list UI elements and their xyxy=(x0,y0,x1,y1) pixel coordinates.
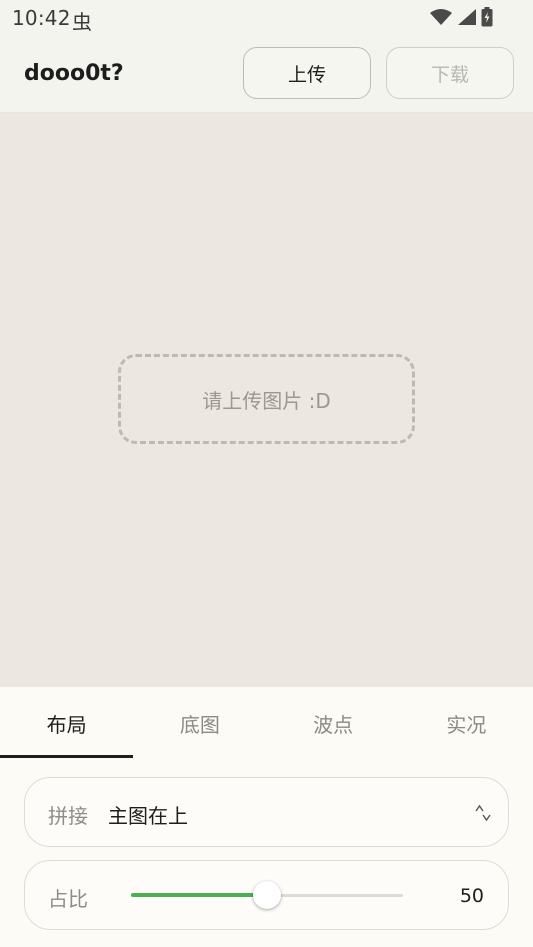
status-icons xyxy=(429,7,493,27)
settings-panel: 布局 底图 波点 实况 拼接 主图在上 占比 50 xyxy=(0,687,533,947)
status-time: 10:42 xyxy=(12,6,71,30)
ratio-value: 50 xyxy=(459,885,484,907)
tab-live[interactable]: 实况 xyxy=(400,687,533,759)
image-canvas: 请上传图片 :D xyxy=(0,113,533,687)
ratio-slider-thumb[interactable] xyxy=(253,881,281,909)
status-bar: 10:42 虫 xyxy=(0,0,533,36)
join-mode-label: 拼接 xyxy=(48,804,88,828)
download-button[interactable]: 下载 xyxy=(386,47,514,99)
tab-layout[interactable]: 布局 xyxy=(0,687,133,759)
wifi-icon xyxy=(430,9,452,25)
active-tab-indicator xyxy=(0,755,133,758)
app-title: dooo0t? xyxy=(24,61,124,86)
app-header: dooo0t? 上传 下载 xyxy=(0,36,533,113)
join-mode-value: 主图在上 xyxy=(108,804,188,828)
tab-background[interactable]: 底图 xyxy=(133,687,266,759)
signal-icon xyxy=(458,9,476,25)
join-mode-select[interactable]: 拼接 主图在上 xyxy=(24,777,509,847)
battery-icon xyxy=(481,7,493,27)
upload-dropzone[interactable]: 请上传图片 :D xyxy=(118,354,415,444)
chevron-up-down-icon xyxy=(475,804,491,822)
ratio-label: 占比 xyxy=(48,887,88,911)
upload-button[interactable]: 上传 xyxy=(243,47,371,99)
ratio-control: 占比 50 xyxy=(24,860,509,930)
tab-dots[interactable]: 波点 xyxy=(267,687,400,759)
ratio-slider-fill xyxy=(131,893,267,897)
notification-icon: 虫 xyxy=(72,10,92,34)
tab-bar: 布局 底图 波点 实况 xyxy=(0,687,533,759)
